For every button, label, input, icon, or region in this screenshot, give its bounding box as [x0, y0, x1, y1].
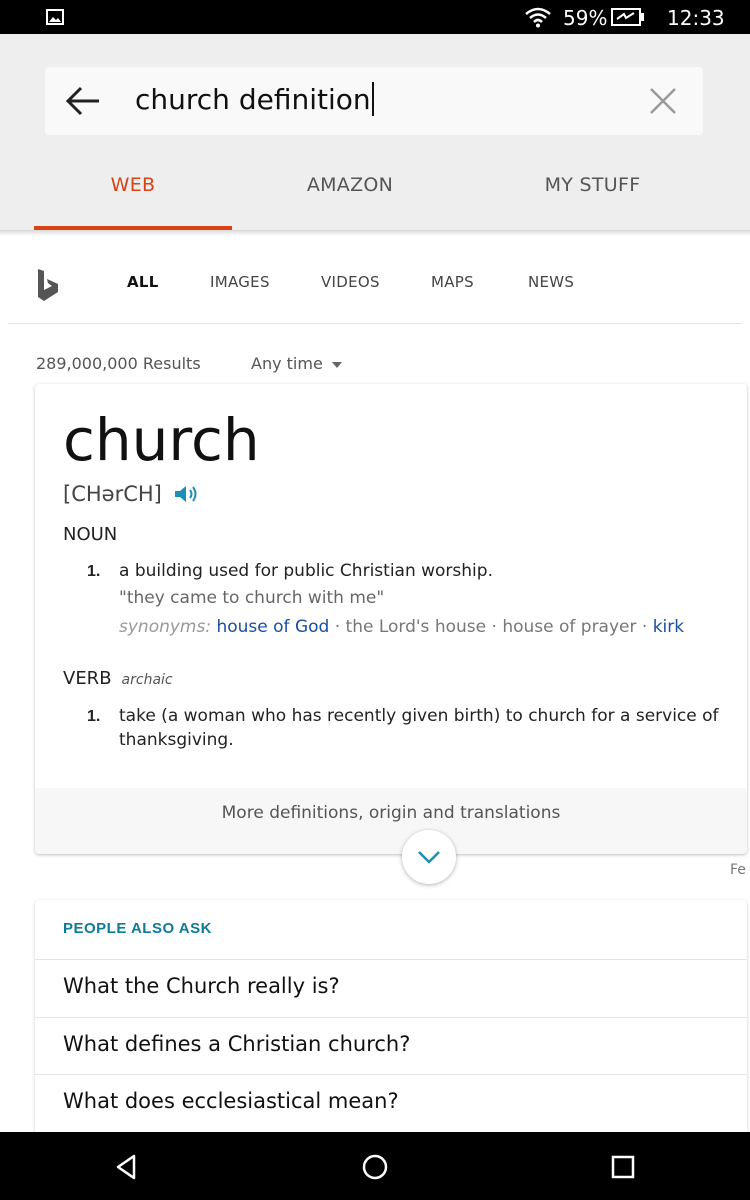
- synonym-separator: ·: [641, 617, 648, 637]
- next-card-peek: Fe: [730, 862, 746, 878]
- status-bar: 59% 12:33: [0, 0, 750, 34]
- results-count: 289,000,000 Results: [36, 354, 201, 373]
- gallery-notification-icon: [46, 9, 64, 25]
- question-text: What the Church really is?: [63, 974, 340, 998]
- back-triangle-icon[interactable]: [112, 1152, 142, 1182]
- search-query-text: church definition: [135, 83, 371, 116]
- battery-charging-icon: [611, 8, 644, 26]
- chevron-down-icon: [418, 851, 440, 864]
- question-text: What defines a Christian church?: [63, 1032, 411, 1056]
- more-definitions-bar[interactable]: More definitions, origin and translation…: [35, 788, 747, 854]
- nav-maps[interactable]: MAPS: [431, 273, 474, 291]
- speaker-icon[interactable]: [173, 483, 201, 505]
- wifi-icon: [525, 7, 551, 28]
- battery-percent: 59%: [563, 6, 608, 30]
- pronunciation: [CHərCH]: [63, 482, 162, 506]
- synonyms-label: synonyms:: [119, 617, 212, 637]
- time-filter-label: Any time: [251, 354, 323, 373]
- synonym-link[interactable]: kirk: [653, 617, 684, 637]
- time-filter-dropdown[interactable]: Any time: [251, 354, 342, 373]
- app-tabs: WEB AMAZON MY STUFF: [0, 164, 750, 230]
- pos-noun: NOUN: [63, 524, 118, 545]
- question-row[interactable]: What the Church really is?: [35, 959, 747, 1017]
- system-navigation-bar: [0, 1132, 750, 1200]
- back-arrow-icon[interactable]: [65, 85, 101, 117]
- tab-my-stuff[interactable]: MY STUFF: [490, 164, 695, 226]
- header-shadow: [0, 230, 750, 236]
- synonym-link[interactable]: house of God: [216, 617, 329, 637]
- clock: 12:33: [667, 6, 725, 30]
- text-cursor: [371, 82, 374, 116]
- tab-amazon[interactable]: AMAZON: [250, 164, 450, 226]
- synonym-text: the Lord's house: [345, 617, 487, 637]
- synonym-text: house of prayer: [502, 617, 637, 637]
- definition-number: 1.: [87, 708, 101, 725]
- synonym-separator: ·: [334, 617, 341, 637]
- search-box[interactable]: church definition: [45, 67, 703, 135]
- noun-example: "they came to church with me": [119, 588, 385, 608]
- nav-divider: [8, 323, 742, 324]
- nav-all[interactable]: ALL: [127, 273, 159, 291]
- caret-down-icon: [331, 361, 342, 368]
- clear-search-icon[interactable]: [649, 87, 677, 115]
- question-row[interactable]: What does ecclesiastical mean?: [35, 1074, 747, 1132]
- bing-logo-icon[interactable]: [36, 268, 60, 302]
- tab-web[interactable]: WEB: [34, 164, 232, 226]
- people-also-ask-card: PEOPLE ALSO ASK What the Church really i…: [35, 900, 747, 1140]
- synonym-separator: ·: [491, 617, 497, 637]
- recents-square-icon[interactable]: [608, 1152, 638, 1182]
- definition-number: 1.: [87, 563, 101, 580]
- more-definitions-label: More definitions, origin and translation…: [221, 803, 561, 823]
- verb-usage-note: archaic: [121, 672, 173, 688]
- home-circle-icon[interactable]: [360, 1152, 390, 1182]
- people-also-ask-title: PEOPLE ALSO ASK: [63, 920, 212, 937]
- nav-videos[interactable]: VIDEOS: [321, 273, 380, 291]
- verb-label: VERB: [63, 668, 112, 689]
- synonyms-line: synonyms: house of God · the Lord's hous…: [119, 617, 684, 637]
- question-text: What does ecclesiastical mean?: [63, 1089, 399, 1113]
- nav-images[interactable]: IMAGES: [210, 273, 270, 291]
- question-row[interactable]: What defines a Christian church?: [35, 1017, 747, 1075]
- expand-definitions-button[interactable]: [402, 830, 456, 884]
- pos-verb: VERB archaic: [63, 668, 173, 689]
- search-input[interactable]: church definition: [135, 82, 374, 116]
- app-header: church definition WEB AMAZON MY STUFF: [0, 34, 750, 230]
- dictionary-word: church: [63, 406, 260, 474]
- noun-definition: a building used for public Christian wor…: [119, 561, 493, 581]
- nav-news[interactable]: NEWS: [528, 273, 574, 291]
- verb-definition: take (a woman who has recently given bir…: [119, 706, 719, 750]
- dictionary-card: church [CHərCH] NOUN 1. a building used …: [35, 384, 747, 854]
